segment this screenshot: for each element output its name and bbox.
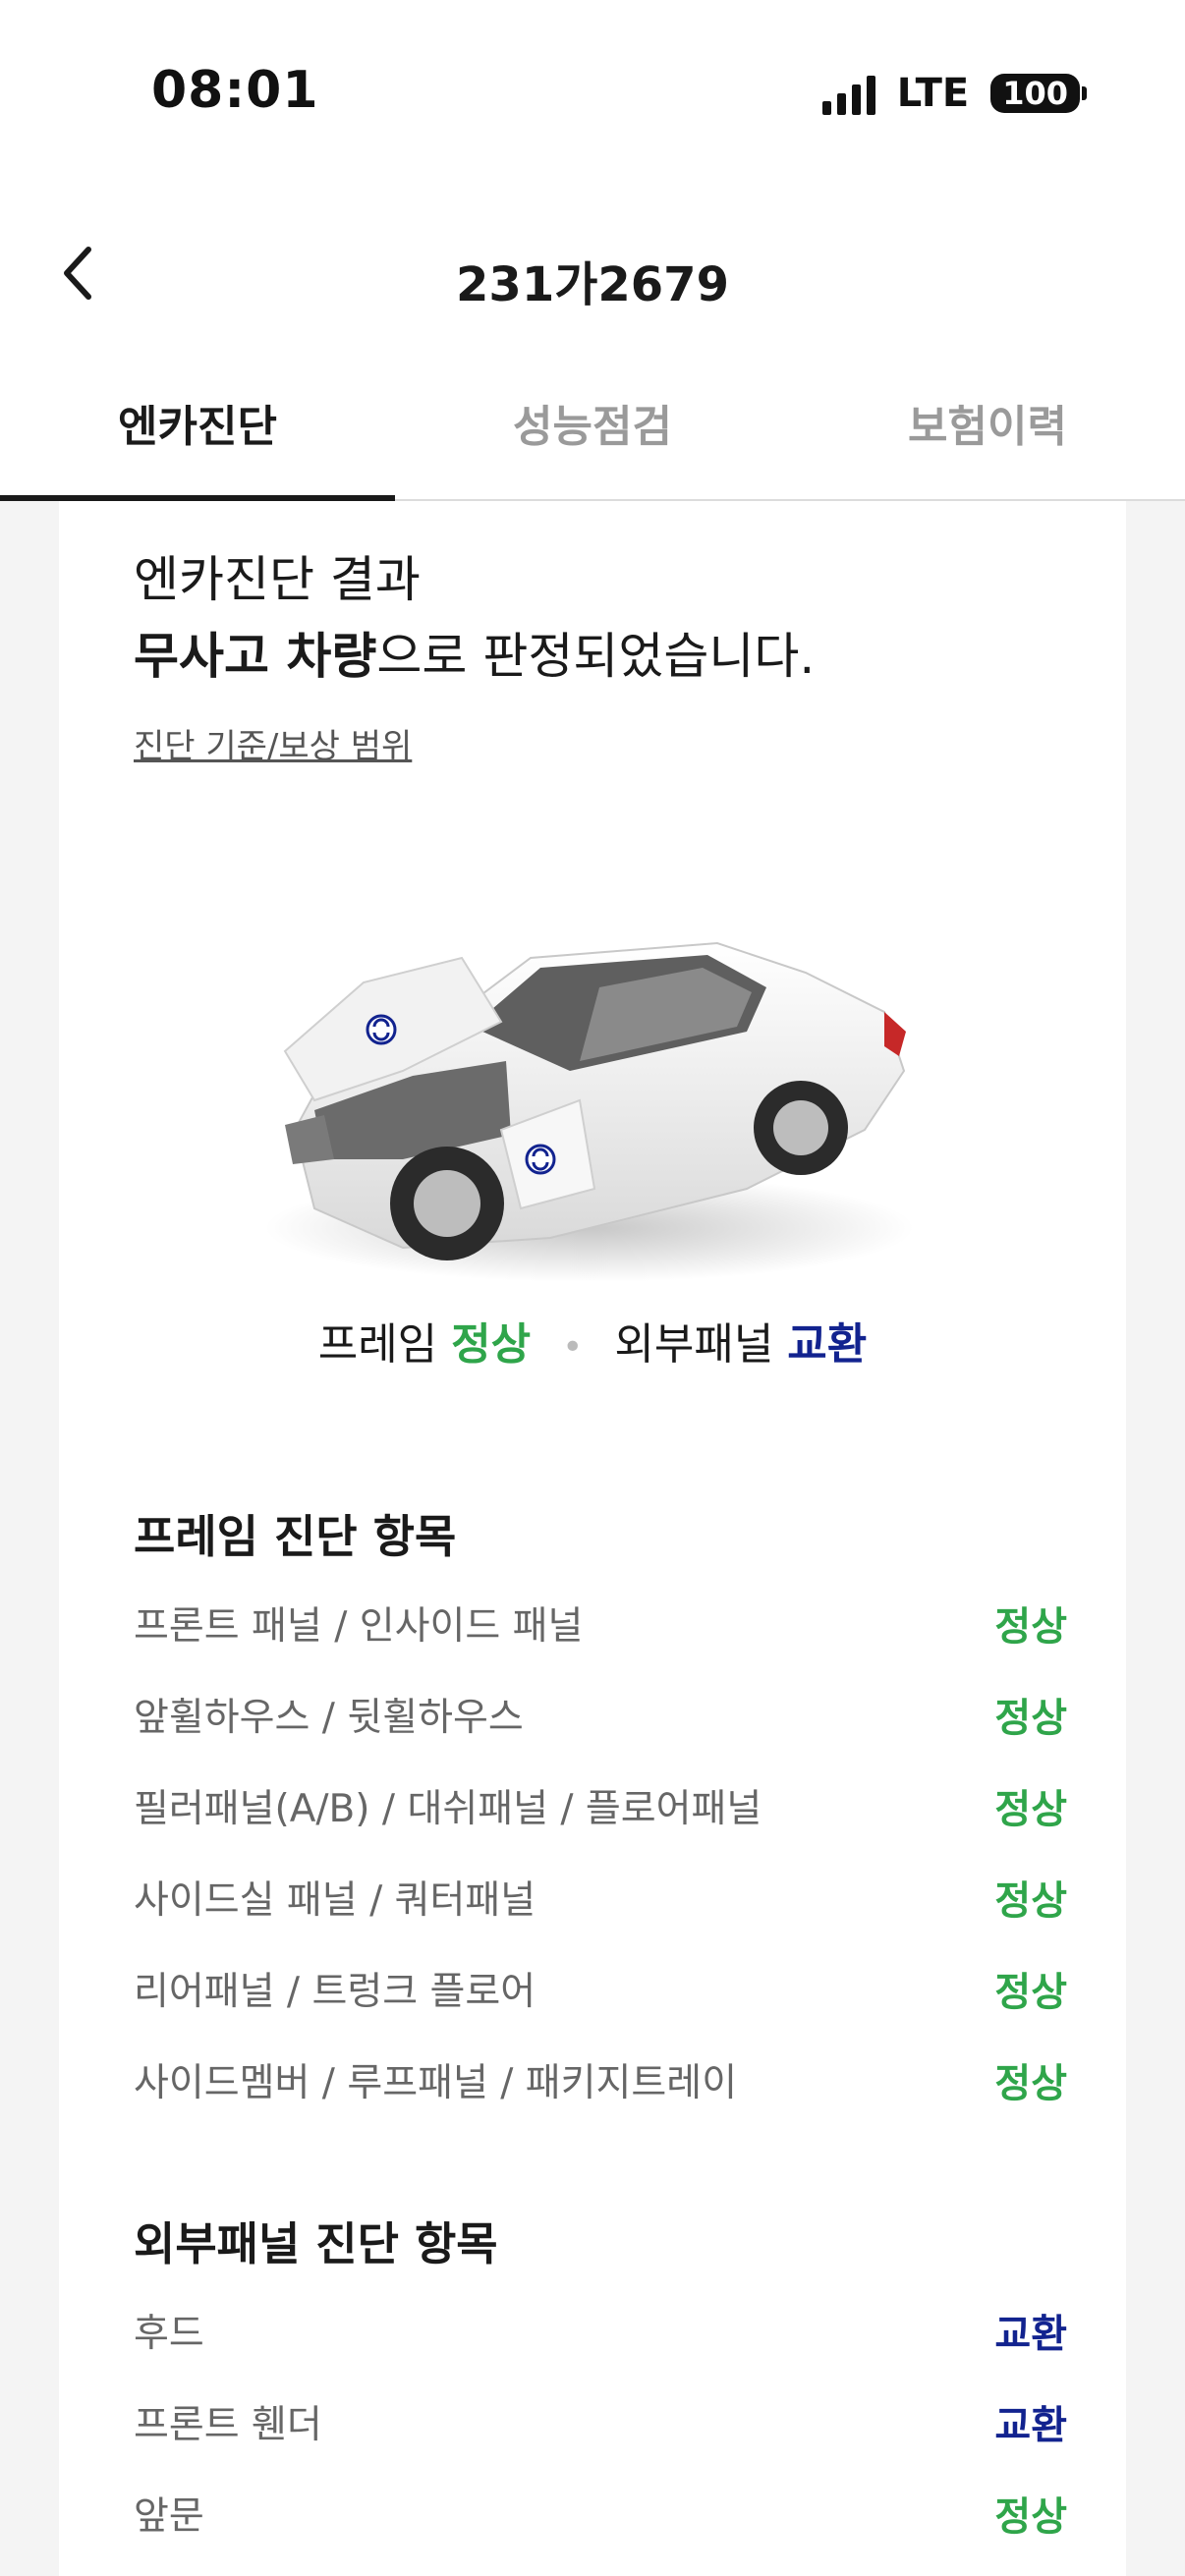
separator-dot: • (562, 1327, 584, 1368)
item-label: 리어패널 / 트렁크 플로어 (134, 1970, 536, 2014)
tab-performance-check[interactable]: 성능점검 (395, 364, 790, 499)
item-label: 프론트 휀더 (134, 2403, 322, 2447)
item-label: 필러패널(A/B) / 대쉬패널 / 플로어패널 (134, 1787, 762, 1831)
battery-level: 100 (990, 74, 1080, 113)
item-status: 정상 (994, 2494, 1067, 2540)
item-status: 정상 (994, 1878, 1067, 1924)
tab-bar: 엔카진단 성능점검 보험이력 (0, 364, 1185, 501)
status-indicators: LTE 100 (821, 71, 1087, 116)
battery-icon: 100 (990, 74, 1087, 113)
tab-insurance-history[interactable]: 보험이력 (790, 364, 1185, 499)
car-illustration (255, 865, 963, 1297)
panel-summary-label: 외부패널 (614, 1319, 774, 1370)
frame-section-title: 프레임 진단 항목 (134, 1510, 457, 1563)
screen: 08:01 LTE 100 231가2679 엔카진단 성능점검 보험이력 엔카… (0, 0, 1185, 2576)
frame-item-row: 사이드멤버 / 루프패널 / 패키지트레이 정상 (134, 2050, 1091, 2109)
status-time: 08:01 (151, 61, 319, 120)
item-status: 정상 (994, 1696, 1067, 1741)
item-status: 정상 (994, 2061, 1067, 2106)
status-bar: 08:01 LTE 100 (0, 0, 1185, 196)
result-verdict: 무사고 차량으로 판정되었습니다. (134, 617, 815, 688)
verdict-highlight: 무사고 차량 (134, 628, 377, 685)
top-app-bar: 231가2679 (0, 196, 1185, 364)
diagnosis-card: 엔카진단 결과 무사고 차량으로 판정되었습니다. 진단 기준/보상 범위 프레… (59, 501, 1126, 2576)
item-label: 앞휠하우스 / 뒷휠하우스 (134, 1696, 524, 1740)
frame-item-row: 리어패널 / 트렁크 플로어 정상 (134, 1959, 1091, 2018)
frame-item-row: 프론트 패널 / 인사이드 패널 정상 (134, 1594, 1091, 1652)
signal-icon (821, 72, 875, 115)
item-label: 앞문 (134, 2494, 204, 2539)
verdict-rest: 으로 판정되었습니다. (376, 628, 816, 685)
page-title: 231가2679 (456, 257, 729, 312)
item-label: 후드 (134, 2312, 204, 2356)
panel-item-row: 앞문 정상 (134, 2484, 1091, 2543)
item-status: 정상 (994, 1604, 1067, 1650)
panel-item-row: 프론트 휀더 교환 (134, 2392, 1091, 2451)
panel-item-row: 후드 교환 (134, 2301, 1091, 2360)
panel-summary-status: 교환 (787, 1319, 868, 1370)
panel-section-title: 외부패널 진단 항목 (134, 2217, 498, 2270)
frame-summary-status: 정상 (451, 1319, 532, 1370)
frame-summary-label: 프레임 (317, 1319, 438, 1370)
criteria-link[interactable]: 진단 기준/보상 범위 (134, 719, 412, 767)
frame-item-row: 사이드실 패널 / 쿼터패널 정상 (134, 1868, 1091, 1927)
tab-encar-diagnosis[interactable]: 엔카진단 (0, 364, 395, 501)
item-label: 사이드멤버 / 루프패널 / 패키지트레이 (134, 2061, 738, 2105)
item-label: 프론트 패널 / 인사이드 패널 (134, 1604, 584, 1649)
network-type: LTE (896, 71, 970, 116)
item-status: 교환 (994, 2403, 1067, 2448)
item-status: 정상 (994, 1970, 1067, 2015)
frame-item-row: 필러패널(A/B) / 대쉬패널 / 플로어패널 정상 (134, 1776, 1091, 1835)
frame-item-row: 앞휠하우스 / 뒷휠하우스 정상 (134, 1685, 1091, 1744)
item-status: 교환 (994, 2312, 1067, 2357)
item-status: 정상 (994, 1787, 1067, 1832)
item-label: 사이드실 패널 / 쿼터패널 (134, 1878, 536, 1923)
diagnosis-summary: 프레임 정상 • 외부패널 교환 (59, 1309, 1126, 1372)
result-heading: 엔카진단 결과 (134, 551, 421, 608)
